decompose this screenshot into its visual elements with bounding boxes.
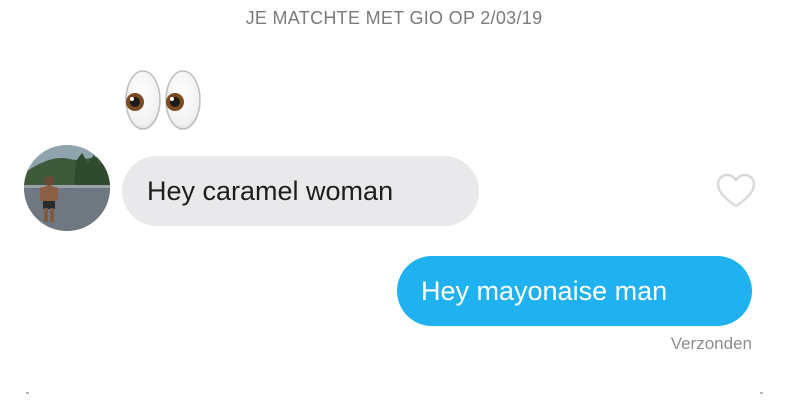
- corner-mark-left: [26, 392, 29, 394]
- heart-outline-icon[interactable]: [716, 173, 756, 209]
- sent-status-label: Verzonden: [670, 334, 752, 353]
- match-date-header: JE MATCHTE MET GIO OP 2/03/19: [245, 8, 543, 28]
- eyes-emoji-icon: [122, 66, 208, 132]
- sent-message-text: Hey mayonaise man: [421, 275, 668, 306]
- sent-message-bubble: Hey mayonaise man: [397, 256, 752, 326]
- corner-mark-right: [760, 392, 763, 394]
- match-avatar[interactable]: [24, 145, 110, 231]
- chat-screen: JE MATCHTE MET GIO OP 2/03/19 Hey carame…: [0, 0, 788, 400]
- received-message-bubble: Hey caramel woman: [122, 156, 479, 226]
- received-message-text: Hey caramel woman: [147, 175, 394, 206]
